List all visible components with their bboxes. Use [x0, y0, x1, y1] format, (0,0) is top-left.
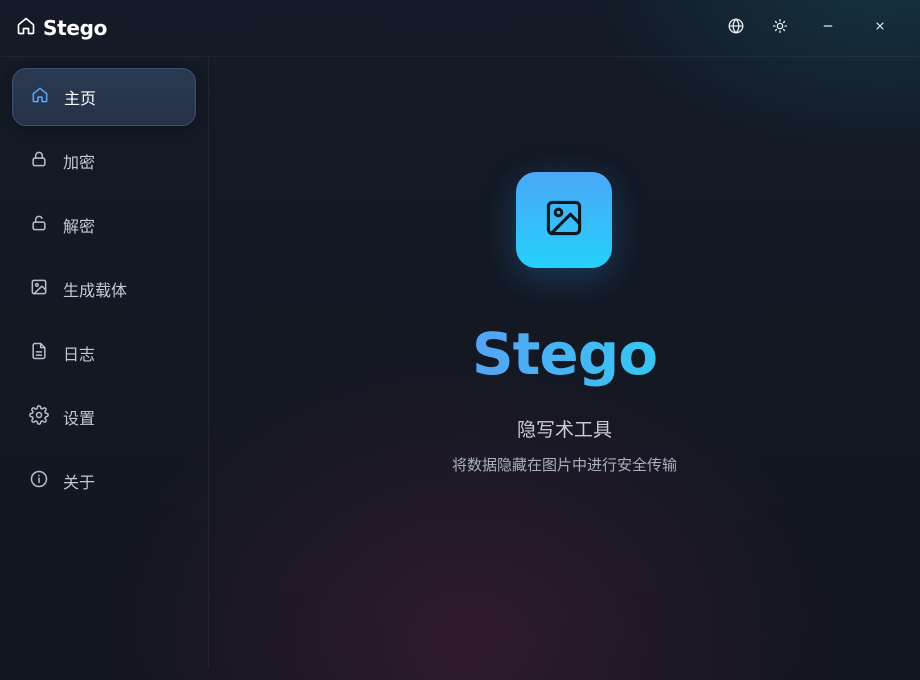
document-icon [29, 341, 49, 365]
sun-icon [771, 17, 789, 39]
sidebar-item-decrypt[interactable]: 解密 [12, 196, 196, 254]
minimize-button[interactable] [814, 14, 842, 42]
sidebar-item-label: 日志 [63, 345, 96, 364]
language-button[interactable] [722, 14, 750, 42]
sidebar-item-label: 主页 [64, 89, 97, 108]
hero-title: Stego [471, 320, 658, 388]
home-icon [16, 16, 36, 40]
lock-icon [29, 149, 49, 173]
app-brand: Stego [16, 16, 107, 40]
hero-subtitle: 隐写术工具 [516, 419, 612, 441]
title-bar: Stego [0, 0, 920, 57]
image-icon [29, 277, 49, 301]
home-icon [30, 85, 50, 109]
sidebar-item-encrypt[interactable]: 加密 [12, 132, 196, 190]
close-button[interactable] [866, 14, 894, 42]
sidebar-item-logs[interactable]: 日志 [12, 324, 196, 382]
app-title: Stego [43, 16, 108, 40]
image-icon [542, 196, 586, 244]
close-icon [871, 17, 889, 39]
sidebar-item-label: 解密 [63, 217, 96, 236]
sidebar: 主页 加密 解密 生成载体 日志 设置 关于 [0, 57, 209, 668]
sidebar-item-generate-carrier[interactable]: 生成载体 [12, 260, 196, 318]
sidebar-item-label: 设置 [63, 409, 96, 428]
sidebar-item-home[interactable]: 主页 [12, 68, 196, 126]
sidebar-item-about[interactable]: 关于 [12, 452, 196, 510]
sidebar-item-label: 生成载体 [63, 281, 128, 300]
sidebar-item-label: 关于 [63, 473, 96, 492]
info-icon [29, 469, 49, 493]
gear-icon [29, 405, 49, 429]
home-hero: Stego 隐写术工具 将数据隐藏在图片中进行安全传输 [209, 57, 920, 668]
sidebar-item-label: 加密 [63, 153, 96, 172]
app-logo [516, 172, 612, 268]
minimize-icon [819, 17, 837, 39]
unlock-icon [29, 213, 49, 237]
sidebar-item-settings[interactable]: 设置 [12, 388, 196, 446]
globe-icon [727, 17, 745, 39]
theme-toggle-button[interactable] [766, 14, 794, 42]
hero-description: 将数据隐藏在图片中进行安全传输 [451, 456, 677, 474]
